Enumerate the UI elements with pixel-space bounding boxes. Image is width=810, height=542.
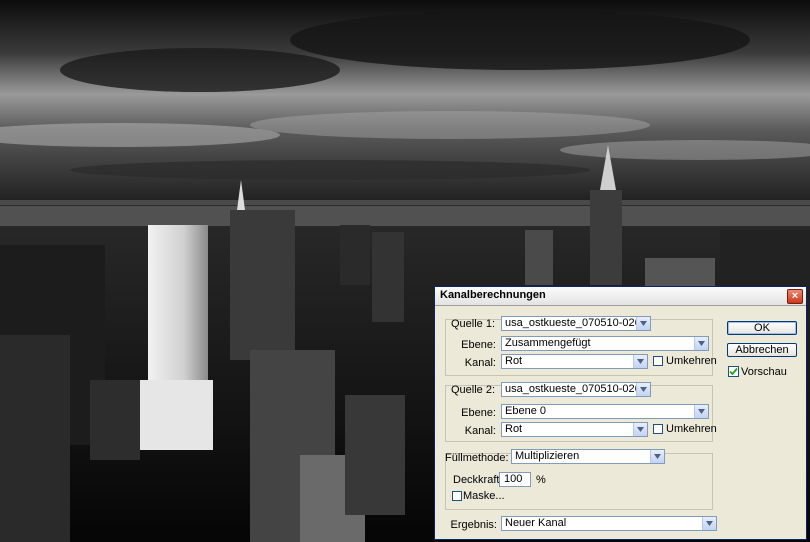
dialog-titlebar[interactable]: Kanalberechnungen ×: [435, 287, 806, 306]
source2-layer-value: Ebene 0: [505, 405, 546, 417]
opacity-value: 100: [504, 473, 523, 485]
source1-channel-label: Kanal:: [464, 357, 496, 369]
source1-invert-label: Umkehren: [666, 355, 717, 367]
ok-button[interactable]: OK: [727, 321, 797, 335]
source2-invert-checkbox[interactable]: [653, 424, 663, 434]
close-icon: ×: [791, 290, 799, 302]
source2-channel-label: Kanal:: [464, 425, 496, 437]
result-select[interactable]: Neuer Kanal: [501, 516, 717, 531]
chevron-down-icon: [694, 337, 708, 350]
source2-invert-label: Umkehren: [666, 423, 717, 435]
channel-calculations-dialog: Kanalberechnungen × Quelle 1: usa_ostkue…: [434, 286, 807, 540]
chevron-down-icon: [650, 450, 664, 463]
source1-file-select[interactable]: usa_ostkueste_070510-0269...: [501, 316, 651, 331]
opacity-label: Deckkraft:: [453, 474, 503, 486]
source1-invert-checkbox[interactable]: [653, 356, 663, 366]
blend-mode-select[interactable]: Multiplizieren: [511, 449, 665, 464]
source1-layer-select[interactable]: Zusammengefügt: [501, 336, 709, 351]
source1-channel-select[interactable]: Rot: [501, 354, 648, 369]
source2-layer-select[interactable]: Ebene 0: [501, 404, 709, 419]
source1-layer-label: Ebene:: [461, 339, 496, 351]
opacity-input[interactable]: 100: [499, 472, 531, 487]
cancel-button[interactable]: Abbrechen: [727, 343, 797, 357]
source2-channel-value: Rot: [505, 423, 523, 435]
source2-file-value: usa_ostkueste_070510-0269...: [505, 383, 636, 395]
chevron-down-icon: [702, 517, 716, 530]
chevron-down-icon: [633, 355, 647, 368]
source2-channel-select[interactable]: Rot: [501, 422, 648, 437]
result-value: Neuer Kanal: [505, 517, 567, 529]
close-button[interactable]: ×: [787, 289, 803, 304]
source1-layer-value: Zusammengefügt: [505, 337, 591, 349]
source1-file-value: usa_ostkueste_070510-0269...: [505, 317, 636, 329]
chevron-down-icon: [636, 383, 650, 396]
mask-checkbox[interactable]: [452, 491, 462, 501]
dialog-title: Kanalberechnungen: [440, 289, 546, 301]
preview-label: Vorschau: [741, 366, 787, 378]
chevron-down-icon: [633, 423, 647, 436]
source2-layer-label: Ebene:: [461, 407, 496, 419]
source1-channel-value: Rot: [505, 355, 523, 367]
source1-label: Quelle 1:: [450, 318, 495, 330]
source2-label: Quelle 2:: [450, 384, 495, 396]
opacity-unit: %: [536, 474, 546, 486]
source2-file-select[interactable]: usa_ostkueste_070510-0269...: [501, 382, 651, 397]
checkmark-icon: [729, 367, 738, 376]
blend-mode-value: Multiplizieren: [515, 450, 580, 462]
blend-mode-label: Füllmethode:: [445, 452, 509, 464]
result-label: Ergebnis:: [450, 519, 497, 531]
mask-label: Maske...: [463, 490, 505, 502]
preview-checkbox[interactable]: [728, 366, 739, 377]
chevron-down-icon: [636, 317, 650, 330]
chevron-down-icon: [694, 405, 708, 418]
